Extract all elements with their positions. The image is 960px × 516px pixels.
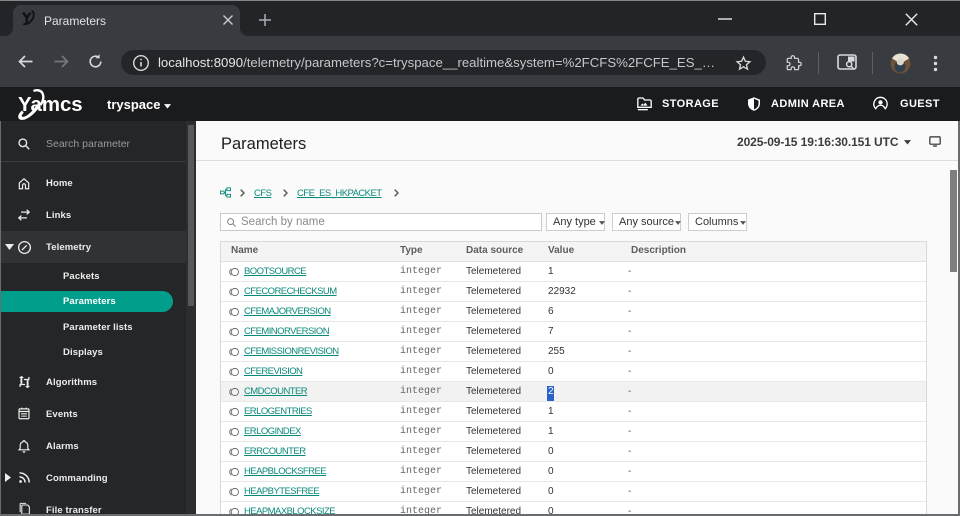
svg-text:Yamcs: Yamcs: [18, 94, 83, 116]
